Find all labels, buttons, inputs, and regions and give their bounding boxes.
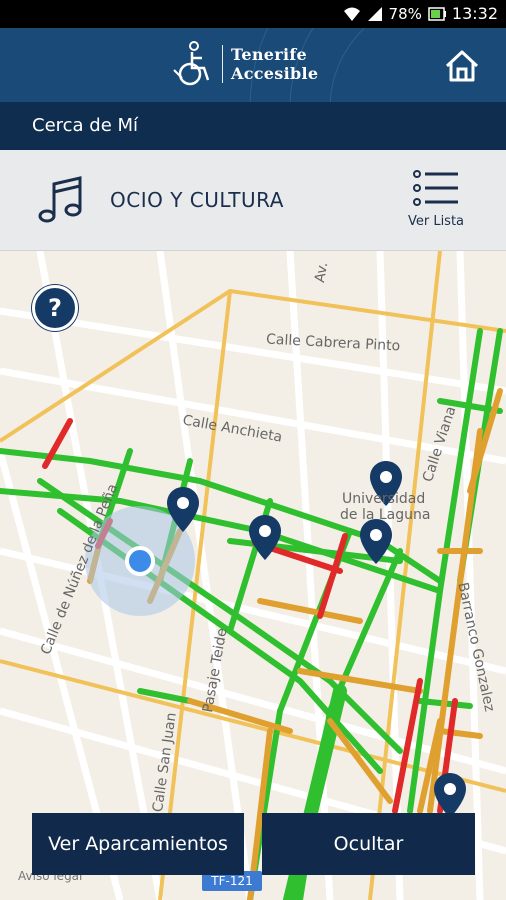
- status-bar: 78% 13:32: [0, 0, 506, 28]
- hide-button[interactable]: Ocultar: [262, 813, 475, 875]
- brand-separator: [222, 45, 223, 83]
- battery-icon: [428, 6, 446, 21]
- status-right: 78% 13:32: [343, 4, 498, 23]
- section-title: Cerca de Mí: [0, 102, 506, 150]
- street-label: de la Laguna: [340, 507, 431, 523]
- brand-line-2: Accesible: [231, 64, 319, 83]
- help-button[interactable]: ?: [32, 285, 78, 331]
- app-bar: Tenerife Accesible: [0, 28, 506, 102]
- home-icon[interactable]: [444, 48, 480, 84]
- clock: 13:32: [451, 4, 498, 23]
- category-bar: OCIO Y CULTURA Ver Lista: [0, 150, 506, 251]
- battery-percent: 78%: [388, 4, 422, 23]
- wheelchair-logo-icon: [173, 41, 210, 86]
- brand-name: Tenerife Accesible: [231, 45, 318, 83]
- view-list-button[interactable]: Ver Lista: [406, 168, 466, 234]
- view-list-label: Ver Lista: [407, 214, 465, 229]
- music-note-icon: [38, 176, 82, 223]
- signal-icon: [367, 6, 382, 21]
- list-icon: [413, 170, 458, 206]
- map[interactable]: Calle Cabrera Pinto Calle Anchieta Unive…: [0, 251, 506, 900]
- street-label: Universidad: [342, 491, 426, 507]
- wifi-icon: [343, 7, 360, 21]
- brand: Tenerife Accesible: [172, 40, 318, 88]
- brand-line-1: Tenerife: [231, 45, 308, 64]
- view-parking-button[interactable]: Ver Aparcamientos: [32, 813, 244, 875]
- category-title: OCIO Y CULTURA: [110, 188, 284, 212]
- current-location-dot: [125, 546, 155, 576]
